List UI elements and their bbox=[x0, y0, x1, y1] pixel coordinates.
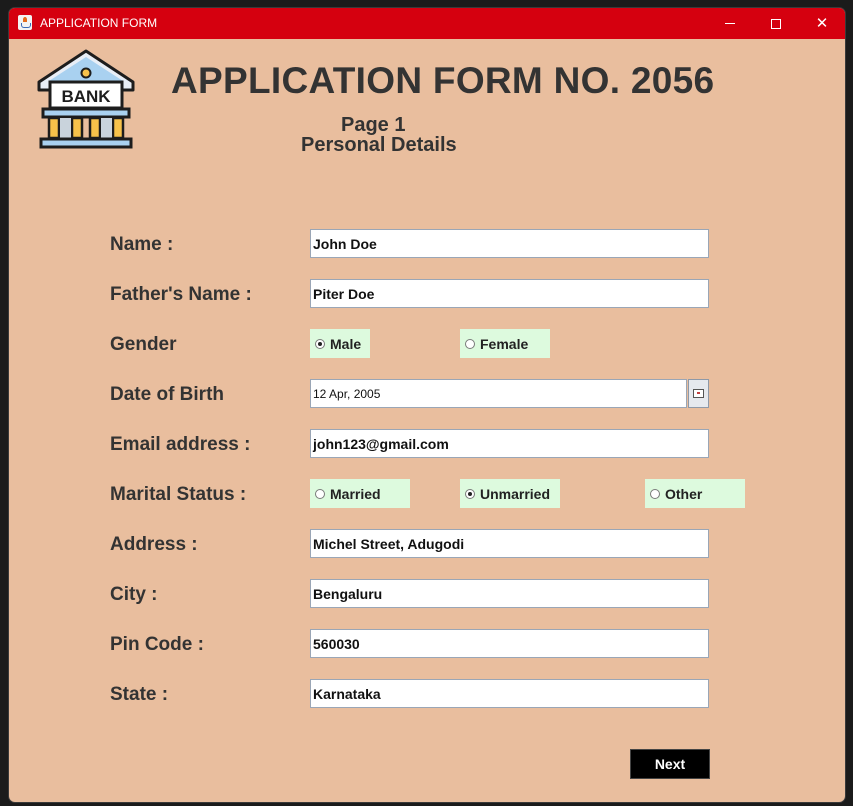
gender-male-label: Male bbox=[330, 335, 362, 352]
email-input[interactable]: john123@gmail.com bbox=[310, 429, 709, 458]
gender-male-radio[interactable]: Male bbox=[310, 329, 370, 358]
logo-text: BANK bbox=[61, 87, 111, 106]
city-input[interactable]: Bengaluru bbox=[310, 579, 709, 608]
pin-code-label: Pin Code : bbox=[110, 634, 204, 655]
next-button[interactable]: Next bbox=[630, 749, 710, 779]
radio-selected-icon bbox=[315, 338, 325, 349]
minimize-button[interactable] bbox=[707, 8, 753, 39]
email-label: Email address : bbox=[110, 434, 251, 455]
address-label: Address : bbox=[110, 534, 198, 555]
father-name-input[interactable]: Piter Doe bbox=[310, 279, 709, 308]
radio-unselected-icon bbox=[465, 338, 475, 349]
application-window: APPLICATION FORM ✕ BANK APPLICATION FORM… bbox=[9, 8, 845, 802]
java-app-icon bbox=[18, 15, 32, 30]
close-icon: ✕ bbox=[815, 14, 829, 32]
bank-logo-icon: BANK bbox=[37, 49, 135, 149]
gender-female-label: Female bbox=[480, 335, 529, 352]
minimize-icon bbox=[725, 23, 735, 24]
address-input[interactable]: Michel Street, Adugodi bbox=[310, 529, 709, 558]
marital-other-radio[interactable]: Other bbox=[645, 479, 745, 508]
state-input[interactable]: Karnataka bbox=[310, 679, 709, 708]
maximize-button[interactable] bbox=[753, 8, 799, 39]
state-label: State : bbox=[110, 684, 169, 705]
gender-female-radio[interactable]: Female bbox=[460, 329, 550, 358]
date-picker-button[interactable] bbox=[688, 379, 709, 408]
city-label: City : bbox=[110, 584, 158, 605]
pin-code-input[interactable]: 560030 bbox=[310, 629, 709, 658]
window-title: APPLICATION FORM bbox=[40, 16, 158, 30]
gender-label: Gender bbox=[110, 334, 177, 355]
radio-unselected-icon bbox=[315, 488, 325, 499]
marital-unmarried-radio[interactable]: Unmarried bbox=[460, 479, 560, 508]
close-button[interactable]: ✕ bbox=[799, 8, 845, 39]
marital-status-label: Marital Status : bbox=[110, 484, 247, 505]
radio-selected-icon bbox=[465, 488, 475, 499]
radio-unselected-icon bbox=[650, 488, 660, 499]
marital-married-radio[interactable]: Married bbox=[310, 479, 410, 508]
marital-other-label: Other bbox=[665, 485, 703, 502]
name-label: Name : bbox=[110, 234, 174, 255]
father-name-label: Father's Name : bbox=[110, 284, 252, 305]
form-title: APPLICATION FORM NO. 2056 bbox=[171, 60, 715, 101]
section-title: Personal Details bbox=[301, 134, 457, 156]
dob-input[interactable]: 12 Apr, 2005 bbox=[310, 379, 687, 408]
marital-married-label: Married bbox=[330, 485, 381, 502]
title-bar[interactable]: APPLICATION FORM ✕ bbox=[9, 8, 845, 39]
marital-unmarried-label: Unmarried bbox=[480, 485, 551, 502]
name-input[interactable]: John Doe bbox=[310, 229, 709, 258]
calendar-icon bbox=[693, 389, 704, 398]
maximize-icon bbox=[771, 18, 781, 29]
dob-label: Date of Birth bbox=[110, 384, 224, 405]
